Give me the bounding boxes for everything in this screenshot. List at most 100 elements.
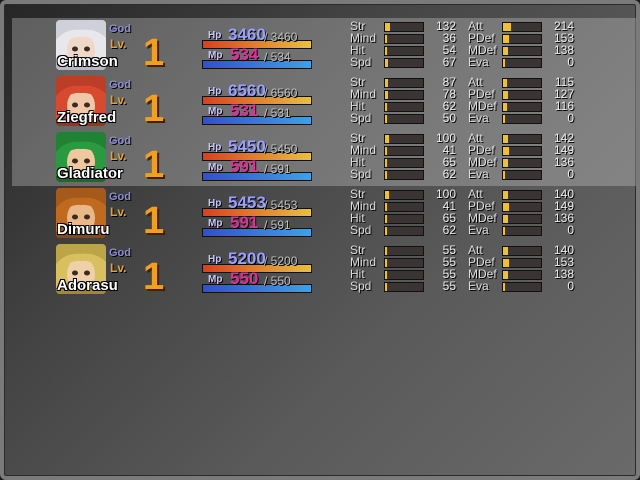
stat-bar-fill — [385, 147, 387, 155]
stat-bar-mdef — [502, 46, 542, 56]
level-label: Lv. — [110, 149, 127, 163]
stat-bar-att — [502, 190, 542, 200]
stat-bar-hit — [384, 46, 424, 56]
character-name: Ziegfred — [57, 109, 117, 126]
stat-value-spd: 67 — [442, 55, 456, 69]
stat-value-eva: 0 — [567, 279, 574, 293]
stat-bar-fill — [385, 135, 389, 143]
stat-bar-str — [384, 22, 424, 32]
stat-bar-eva — [502, 170, 542, 180]
stat-bar-fill — [503, 23, 512, 31]
stat-bar-fill — [385, 259, 388, 267]
stat-bar-hit — [384, 102, 424, 112]
stat-bar-mdef — [502, 102, 542, 112]
stat-bar-fill — [385, 35, 387, 43]
stat-bar-fill — [503, 103, 508, 111]
stat-bar-fill — [503, 271, 509, 279]
stat-bar-mind — [384, 202, 424, 212]
stat-bar-fill — [385, 79, 389, 87]
stat-value-eva: 0 — [567, 167, 574, 181]
level-value: 1 — [143, 88, 165, 130]
mp-max: / 531 — [264, 106, 291, 120]
stat-bar-fill — [385, 47, 388, 55]
stat-bar-mdef — [502, 158, 542, 168]
stat-bar-att — [502, 134, 542, 144]
mp-label: Mp — [208, 218, 223, 229]
stat-bar-hit — [384, 158, 424, 168]
party-member-row[interactable]: God Lv. Crimson 1 Hp Mp 3460 534/ 3460/ 534 Str 1… — [12, 18, 636, 74]
stat-bar-mind — [384, 258, 424, 268]
stat-label-spd: Spd — [350, 279, 372, 293]
mp-current: 591 — [230, 157, 259, 176]
stat-bar-mind — [384, 90, 424, 100]
mp-label: Mp — [208, 50, 223, 61]
level-value: 1 — [143, 256, 165, 298]
party-member-row[interactable]: God Lv. Ziegfred 1 Hp Mp 6560 531/ 6560/ 531 Str… — [12, 74, 636, 130]
stat-bar-fill — [503, 159, 509, 167]
stat-bar-hit — [384, 270, 424, 280]
hp-current: 5453 — [228, 193, 266, 212]
mp-max: / 534 — [264, 50, 291, 64]
stat-label-eva: Eva — [468, 55, 489, 69]
party-member-row[interactable]: God Lv. Gladiator 1 Hp Mp 5450 591/ 5450/ 591 St… — [12, 130, 636, 186]
stat-bar-fill — [385, 103, 388, 111]
mp-current: 531 — [230, 101, 259, 120]
stat-bar-fill — [503, 259, 509, 267]
level-value: 1 — [143, 200, 165, 242]
mp-max: / 550 — [264, 274, 291, 288]
stat-bar-eva — [502, 114, 542, 124]
level-value: 1 — [143, 32, 165, 74]
stat-bar-spd — [384, 282, 424, 292]
party-member-row[interactable]: God Lv. Dimuru 1 Hp Mp 5453 591/ 5453/ 591 Str 10… — [12, 186, 636, 242]
stat-bar-fill — [385, 159, 388, 167]
hp-current: 3460 — [228, 25, 266, 44]
mp-label: Mp — [208, 162, 223, 173]
stat-bar-fill — [385, 203, 387, 211]
stat-bar-spd — [384, 58, 424, 68]
stat-value-eva: 0 — [567, 223, 574, 237]
stat-bar-fill — [503, 283, 505, 291]
stat-bar-str — [384, 78, 424, 88]
stat-bar-fill — [503, 203, 509, 211]
stat-bar-fill — [503, 59, 505, 67]
stat-value-spd: 55 — [442, 279, 456, 293]
stat-bar-spd — [384, 170, 424, 180]
class-label: God — [109, 247, 131, 259]
stat-bar-fill — [503, 115, 505, 123]
stat-bar-spd — [384, 226, 424, 236]
character-name: Crimson — [57, 53, 118, 70]
stat-bar-str — [384, 246, 424, 256]
character-name: Gladiator — [57, 165, 123, 182]
mp-max: / 591 — [264, 162, 291, 176]
stat-bar-att — [502, 22, 542, 32]
mp-current: 591 — [230, 213, 259, 232]
hp-max: / 5453 — [264, 198, 298, 212]
level-value: 1 — [143, 144, 165, 186]
stat-bar-eva — [502, 282, 542, 292]
hp-max: / 5450 — [264, 142, 298, 156]
hp-max: / 5200 — [264, 254, 298, 268]
hp-current: 5200 — [228, 249, 266, 268]
stat-bar-fill — [385, 247, 388, 255]
mp-current: 534 — [230, 45, 259, 64]
stat-bar-fill — [503, 215, 509, 223]
stat-value-spd: 62 — [442, 167, 456, 181]
stat-bar-pdef — [502, 146, 542, 156]
hp-label: Hp — [208, 86, 222, 97]
stat-bar-eva — [502, 58, 542, 68]
stat-bar-fill — [503, 171, 505, 179]
stat-bar-fill — [503, 35, 509, 43]
stat-label-eva: Eva — [468, 223, 489, 237]
party-member-row[interactable]: God Lv. Adorasu 1 Hp Mp 5200 550/ 5200/ 550 Str 5… — [12, 242, 636, 298]
stat-bar-fill — [503, 91, 508, 99]
stat-bar-mind — [384, 34, 424, 44]
stat-bar-fill — [503, 191, 509, 199]
stat-bar-fill — [503, 147, 509, 155]
stat-bar-fill — [385, 23, 391, 31]
class-label: God — [109, 135, 131, 147]
stat-value-spd: 62 — [442, 223, 456, 237]
class-label: God — [109, 79, 131, 91]
class-label: God — [109, 191, 131, 203]
hp-label: Hp — [208, 142, 222, 153]
stat-bar-pdef — [502, 202, 542, 212]
